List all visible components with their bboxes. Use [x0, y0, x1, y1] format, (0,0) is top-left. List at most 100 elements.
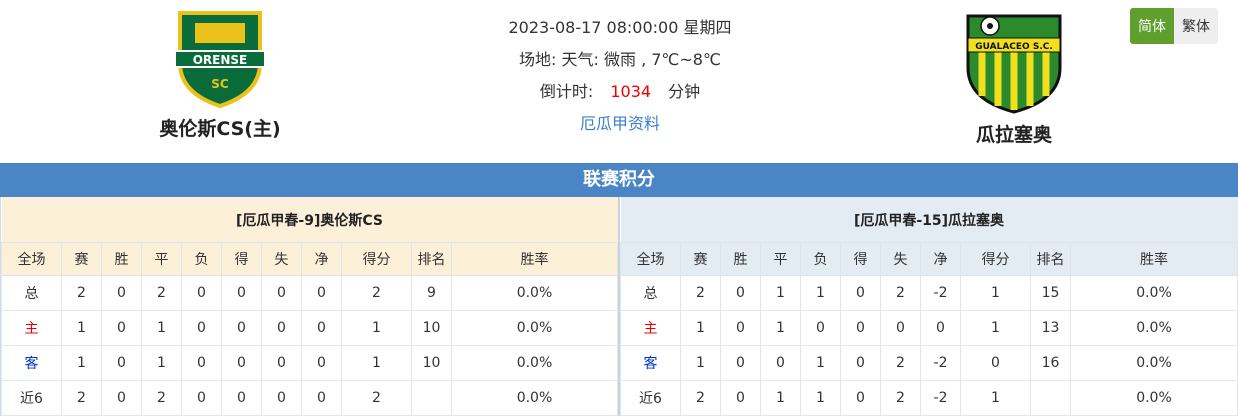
- countdown-unit: 分钟: [668, 82, 701, 101]
- column-header: 净: [301, 242, 342, 276]
- table-cell: 0: [261, 380, 302, 416]
- table-row: 近6 2 0 1 1 0 2 -2 1 0.0%: [620, 380, 1238, 416]
- column-header: 赛: [61, 242, 102, 276]
- table-cell: 2: [61, 275, 102, 311]
- table-cell: 1: [960, 275, 1031, 311]
- table-cell: 1: [141, 310, 182, 346]
- table-cell: 1: [680, 345, 721, 381]
- orense-logo[interactable]: ORENSE SC: [175, 8, 265, 108]
- table-cell: 13: [1030, 310, 1071, 346]
- column-header: 全场: [1, 242, 62, 276]
- away-team-name[interactable]: 瓜拉塞奥: [904, 120, 1124, 147]
- table-row: 总 2 0 2 0 0 0 0 2 9 0.0%: [1, 275, 618, 311]
- table-cell: 0: [181, 310, 222, 346]
- logo-sub: SC: [211, 77, 229, 91]
- league-link[interactable]: 厄瓜甲资料: [580, 114, 660, 133]
- column-header: 得分: [960, 242, 1031, 276]
- table-cell: 0: [221, 310, 262, 346]
- table-cell: 1: [760, 310, 801, 346]
- table-cell: 15: [1030, 275, 1071, 311]
- table-cell: -2: [920, 275, 961, 311]
- table-cell: 16: [1030, 345, 1071, 381]
- table-cell: 0: [261, 275, 302, 311]
- match-info: 2023-08-17 08:00:00 星期四 场地: 天气: 微雨 , 7℃~…: [440, 12, 800, 140]
- section-title: 联赛积分: [0, 163, 1238, 197]
- table-cell: 0: [301, 345, 342, 381]
- column-header: 得: [221, 242, 262, 276]
- table-cell: 1: [800, 275, 841, 311]
- table-cell: 0.0%: [1070, 310, 1238, 346]
- table-cell: 0: [960, 345, 1031, 381]
- table-cell: 0: [261, 345, 302, 381]
- table-cell: 1: [960, 380, 1031, 416]
- table-cell: 0: [840, 310, 881, 346]
- table-cell: 2: [341, 275, 412, 311]
- table-cell: 0: [760, 345, 801, 381]
- table-cell: 1: [800, 380, 841, 416]
- column-header: 净: [920, 242, 961, 276]
- column-header: 排名: [1030, 242, 1071, 276]
- language-switch: 简体 繁体: [1130, 8, 1218, 44]
- table-cell: 1: [61, 345, 102, 381]
- table-cell: 0: [720, 345, 761, 381]
- table-cell: 0: [840, 345, 881, 381]
- table-row: 近6 2 0 2 0 0 0 0 2 0.0%: [1, 380, 618, 416]
- column-header: 赛: [680, 242, 721, 276]
- column-header: 胜: [101, 242, 142, 276]
- table-cell: 0: [840, 275, 881, 311]
- table-cell: 0: [920, 310, 961, 346]
- home-standings-table: [厄瓜甲春-9]奥伦斯CS 全场赛胜平负得失净得分 排名 胜率 总202000029…: [1, 197, 618, 416]
- column-header: 全场: [620, 242, 681, 276]
- table-cell: 0: [800, 310, 841, 346]
- table-cell: 1: [760, 380, 801, 416]
- table-cell: 2: [680, 275, 721, 311]
- traditional-button[interactable]: 繁体: [1174, 8, 1218, 44]
- column-header: 得分: [341, 242, 412, 276]
- simplified-button[interactable]: 简体: [1130, 8, 1174, 44]
- home-team-name[interactable]: 奥伦斯CS(主): [110, 114, 330, 141]
- match-datetime: 2023-08-17 08:00:00 星期四: [508, 18, 732, 37]
- table-cell: 1: [341, 345, 412, 381]
- home-table-title[interactable]: [厄瓜甲春-9]奥伦斯CS: [1, 197, 618, 243]
- table-cell: 0: [181, 345, 222, 381]
- column-header: 胜率: [451, 242, 618, 276]
- table-row: 客 1 0 0 1 0 2 -2 0 16 0.0%: [620, 345, 1238, 381]
- venue-weather: 场地: 天气: 微雨 , 7℃~8℃: [519, 50, 721, 69]
- column-header: 得: [840, 242, 881, 276]
- table-cell: 0: [840, 380, 881, 416]
- table-cell: 0.0%: [451, 275, 618, 311]
- table-cell: 1: [680, 310, 721, 346]
- table-cell: 2: [141, 380, 182, 416]
- away-table-title[interactable]: [厄瓜甲春-15]瓜拉塞奥: [620, 197, 1238, 243]
- home-team[interactable]: ORENSE SC 奥伦斯CS(主): [110, 8, 330, 141]
- row-label: 近6: [620, 380, 681, 416]
- row-label: 客: [620, 345, 681, 381]
- home-standings: [厄瓜甲春-9]奥伦斯CS 全场赛胜平负得失净得分 排名 胜率 总202000029…: [0, 197, 618, 416]
- row-label: 近6: [1, 380, 62, 416]
- column-header: 负: [800, 242, 841, 276]
- table-cell: 0.0%: [451, 310, 618, 346]
- table-cell: 1: [341, 310, 412, 346]
- table-cell: 0: [880, 310, 921, 346]
- table-cell: 0: [221, 275, 262, 311]
- table-cell: 0: [261, 310, 302, 346]
- table-cell: [411, 380, 452, 416]
- table-cell: 0: [221, 345, 262, 381]
- gualaceo-logo[interactable]: GUALACEO S.C.: [964, 8, 1064, 114]
- row-label: 主: [1, 310, 62, 346]
- header-row: 全场赛胜平负得失净得分 排名 胜率: [620, 242, 1238, 276]
- table-cell: 0: [301, 275, 342, 311]
- away-team[interactable]: GUALACEO S.C. 瓜拉塞奥: [904, 8, 1124, 147]
- column-header: 排名: [411, 242, 452, 276]
- column-header: 负: [181, 242, 222, 276]
- table-cell: 1: [61, 310, 102, 346]
- table-cell: 0: [301, 310, 342, 346]
- table-cell: 2: [680, 380, 721, 416]
- row-label: 总: [1, 275, 62, 311]
- table-cell: 0.0%: [451, 380, 618, 416]
- table-cell: 0: [101, 345, 142, 381]
- table-cell: -2: [920, 380, 961, 416]
- table-cell: 0: [720, 380, 761, 416]
- table-cell: 0.0%: [1070, 275, 1238, 311]
- row-label: 总: [620, 275, 681, 311]
